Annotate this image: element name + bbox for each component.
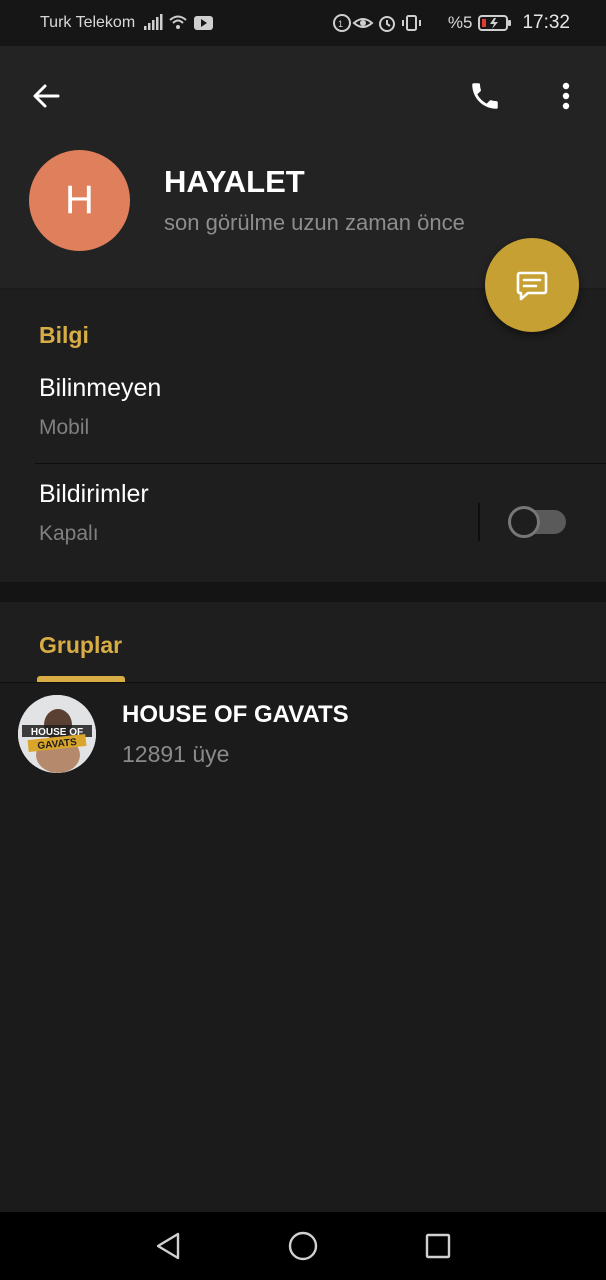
clock: 17:32	[522, 12, 570, 33]
phone-row-title: Bilinmeyen	[39, 374, 162, 402]
last-seen-status: son görülme uzun zaman önce	[164, 210, 465, 235]
system-nav-bar	[0, 1212, 606, 1280]
group-list-item[interactable]: HOUSE OF GAVATS HOUSE OF GAVATS 12891 üy…	[0, 683, 606, 783]
phone-row[interactable]: Bilinmeyen Mobil	[0, 360, 606, 462]
status-right-group: 1 %5 17:32	[332, 12, 570, 34]
status-bar: Turk Telekom 1 %5 17:32	[0, 0, 606, 46]
phone-icon	[472, 83, 498, 109]
info-section-title: Bilgi	[39, 322, 89, 348]
square-recents-icon	[425, 1233, 451, 1259]
section-gap	[0, 582, 606, 602]
svg-text:1: 1	[338, 19, 343, 29]
toggle-separator	[478, 503, 480, 541]
group-avatar: HOUSE OF GAVATS	[18, 695, 96, 773]
toggle-knob	[508, 506, 540, 538]
status-sys-icons: 1	[332, 14, 421, 32]
contact-avatar[interactable]: H	[29, 150, 130, 251]
call-button[interactable]	[461, 72, 509, 120]
group-name: HOUSE OF GAVATS	[122, 701, 349, 728]
nav-recents-button[interactable]	[418, 1226, 458, 1266]
nav-back-button[interactable]	[148, 1226, 188, 1266]
nav-home-button[interactable]	[283, 1226, 323, 1266]
signal-wifi-icons	[144, 14, 213, 30]
triangle-back-icon	[156, 1232, 180, 1260]
contact-name: HAYALET	[164, 164, 305, 199]
arrow-left-icon	[33, 84, 60, 108]
battery-percent: %5	[447, 13, 473, 32]
battery-icon	[478, 15, 512, 31]
circle-home-icon	[288, 1231, 318, 1261]
more-options-button[interactable]	[542, 72, 590, 120]
phone-row-subtitle: Mobil	[39, 416, 90, 439]
notifications-row-subtitle: Kapalı	[39, 522, 99, 545]
carrier-label: Turk Telekom	[40, 14, 136, 31]
message-icon	[516, 271, 548, 301]
group-avatar-image: HOUSE OF GAVATS	[18, 695, 96, 773]
groups-section: Gruplar	[0, 602, 606, 682]
notifications-row-title: Bildirimler	[39, 480, 149, 508]
group-member-count: 12891 üye	[122, 741, 230, 767]
groups-section-title[interactable]: Gruplar	[39, 632, 122, 659]
back-button[interactable]	[22, 72, 70, 120]
send-message-button[interactable]	[485, 238, 579, 332]
info-section: Bilgi Bilinmeyen Mobil Bildirimler Kapal…	[0, 290, 606, 582]
notifications-toggle[interactable]	[508, 506, 566, 538]
more-vertical-icon	[562, 82, 570, 110]
